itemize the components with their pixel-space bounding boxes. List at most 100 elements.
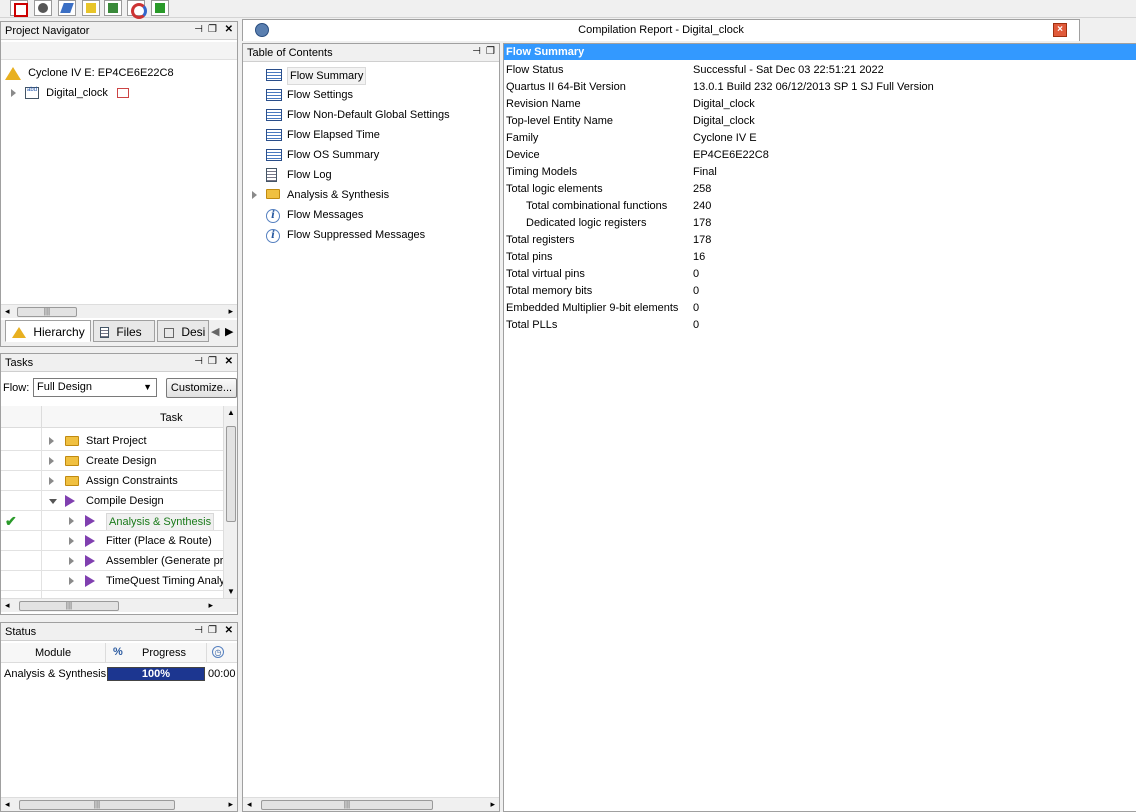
pin-icon[interactable]: ⊣ [194, 24, 203, 36]
scroll-thumb[interactable]: ||| [17, 307, 77, 317]
task-row[interactable]: TimeQuest Timing Analy [1, 572, 225, 590]
scroll-up-icon[interactable]: ▲ [227, 408, 235, 417]
float-icon[interactable]: ❐ [208, 24, 217, 36]
close-report-icon[interactable]: × [1053, 23, 1067, 37]
summary-row: Total registers 178 [504, 232, 1136, 249]
stop-compile-icon[interactable] [10, 0, 28, 17]
scroll-thumb[interactable]: ||| [19, 601, 119, 611]
customize-button[interactable]: Customize... [166, 378, 237, 398]
task-row[interactable]: Start Project [1, 432, 223, 450]
tab-scroll-right-icon[interactable]: ▶ [225, 325, 233, 338]
scroll-left-icon[interactable]: ◂ [5, 306, 10, 317]
scroll-right-icon[interactable]: ▸ [228, 799, 233, 810]
toc-item[interactable]: Flow Non-Default Global Settings [243, 106, 499, 124]
summary-label: Family [506, 132, 539, 144]
entity-row[interactable]: abd Digital_clock [11, 84, 129, 102]
expand-arrow-icon[interactable] [69, 557, 74, 565]
folder-icon [266, 189, 280, 199]
toc-item[interactable]: Flow Summary [243, 66, 499, 85]
toc-hscroll[interactable]: ◂ ||| ▸ [243, 797, 499, 811]
tasks-vscroll[interactable]: ▲ ▼ [223, 406, 237, 598]
analyzer-icon[interactable] [34, 0, 52, 16]
tab-files[interactable]: Files [93, 320, 155, 342]
scroll-left-icon[interactable]: ◂ [247, 799, 252, 810]
tab-hierarchy[interactable]: Hierarchy [5, 320, 91, 342]
summary-row: Embedded Multiplier 9-bit elements 0 [504, 300, 1136, 317]
toc-item[interactable]: Analysis & Synthesis [243, 186, 499, 204]
task-column-header: Task [1, 406, 223, 428]
device-row[interactable]: Cyclone IV E: EP4CE6E22C8 [5, 64, 174, 82]
scroll-right-icon[interactable]: ▸ [228, 306, 233, 317]
info-icon: i [266, 229, 280, 243]
tab-label: Desi [181, 325, 206, 339]
toc-item[interactable]: i Flow Suppressed Messages [243, 226, 499, 244]
task-row[interactable]: Compile Design [1, 492, 223, 510]
programmer-icon[interactable] [151, 0, 169, 16]
expand-arrow-icon[interactable] [69, 517, 74, 525]
expand-arrow-icon[interactable] [49, 457, 54, 465]
device-label: Cyclone IV E: EP4CE6E22C8 [28, 67, 174, 79]
expand-arrow-icon[interactable] [69, 577, 74, 585]
status-module-name: Analysis & Synthesis [4, 668, 107, 680]
expand-arrow-icon[interactable] [49, 477, 54, 485]
expand-arrow-icon[interactable] [49, 499, 57, 504]
flow-summary-header: Flow Summary [504, 44, 1136, 60]
status-hscroll[interactable]: ◂ ||| ▸ [1, 797, 237, 811]
float-icon[interactable]: ❐ [486, 46, 495, 58]
float-icon[interactable]: ❐ [208, 356, 217, 368]
scroll-down-icon[interactable]: ▼ [227, 587, 235, 596]
report-table-icon [266, 69, 282, 81]
task-row[interactable]: Assembler (Generate pr [1, 552, 223, 570]
close-icon[interactable]: ✕ [225, 24, 233, 36]
scroll-right-icon[interactable]: ▸ [208, 600, 213, 611]
task-row[interactable]: ✔ Analysis & Synthesis [1, 512, 223, 531]
task-row[interactable]: Assign Constraints [1, 472, 223, 490]
summary-label: Timing Models [506, 166, 578, 178]
close-icon[interactable]: ✕ [225, 356, 233, 368]
chip-planner-icon[interactable] [104, 0, 122, 16]
toc-panel: Table of Contents ⊣ ❐ Flow Summary Flow S… [242, 43, 500, 812]
expand-arrow-icon[interactable] [11, 89, 16, 98]
pin-icon[interactable]: ⊣ [194, 625, 203, 637]
tab-scroll-left-icon[interactable]: ◀ [211, 325, 219, 338]
task-row[interactable]: Create Design [1, 452, 223, 470]
scroll-right-icon[interactable]: ▸ [490, 799, 495, 810]
scroll-thumb[interactable]: ||| [19, 800, 175, 810]
close-icon[interactable]: ✕ [225, 625, 233, 637]
progress-bar: 100% [107, 667, 205, 681]
toc-item[interactable]: Flow Settings [243, 86, 499, 104]
summary-label: Total memory bits [506, 285, 593, 297]
toc-item[interactable]: i Flow Messages [243, 206, 499, 224]
edit-icon[interactable] [58, 0, 76, 16]
expand-arrow-icon[interactable] [49, 437, 54, 445]
scroll-left-icon[interactable]: ◂ [5, 600, 10, 611]
pin-icon[interactable]: ⊣ [472, 46, 481, 58]
toc-item[interactable]: Flow Log [243, 166, 499, 184]
summary-row: Family Cyclone IV E [504, 130, 1136, 147]
toc-item[interactable]: Flow OS Summary [243, 146, 499, 164]
navigator-hscroll[interactable]: ◂ ||| ▸ [1, 304, 237, 318]
progress-label: 100% [141, 668, 171, 680]
info-icon: i [266, 209, 280, 223]
task-row[interactable]: Fitter (Place & Route) [1, 532, 223, 550]
flow-select[interactable]: Full Design ▼ [33, 378, 157, 397]
pin-icon[interactable]: ⊣ [194, 356, 203, 368]
toc-item[interactable]: Flow Elapsed Time [243, 126, 499, 144]
assignment-icon[interactable] [82, 0, 100, 16]
float-icon[interactable]: ❐ [208, 625, 217, 637]
panel-title: Status [5, 626, 37, 638]
toc-label: Flow Log [287, 169, 332, 181]
main-toolbar [0, 0, 1136, 19]
scroll-thumb[interactable]: ||| [261, 800, 433, 810]
report-table-icon [266, 89, 282, 101]
summary-label: Embedded Multiplier 9-bit elements [506, 302, 679, 314]
tab-design-units[interactable]: Desi [157, 320, 209, 342]
scroll-thumb[interactable] [226, 426, 236, 522]
scroll-left-icon[interactable]: ◂ [5, 799, 10, 810]
tasks-hscroll[interactable]: ◂ ||| ▸ [1, 598, 237, 612]
status-header: Status ⊣ ❐ ✕ [1, 623, 237, 641]
expand-arrow-icon[interactable] [252, 191, 257, 199]
summary-row: Total PLLs 0 [504, 317, 1136, 334]
expand-arrow-icon[interactable] [69, 537, 74, 545]
rtl-viewer-icon[interactable] [127, 0, 147, 19]
